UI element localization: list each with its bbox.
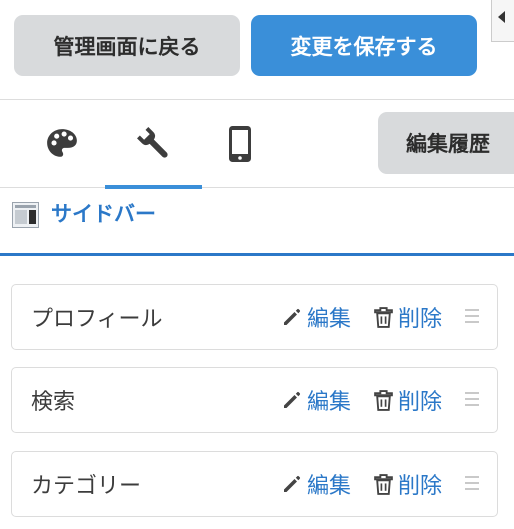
palette-icon bbox=[47, 129, 77, 157]
tab-device[interactable] bbox=[202, 100, 278, 188]
delete-widget-button[interactable]: 削除 bbox=[374, 368, 442, 432]
widget-label: カテゴリー bbox=[31, 474, 142, 499]
pencil-icon bbox=[284, 475, 301, 492]
caret-left-icon bbox=[498, 11, 505, 23]
tab-style[interactable] bbox=[22, 100, 102, 188]
edit-widget-button[interactable]: 編集 bbox=[282, 452, 351, 516]
sidebar-section-header: サイドバー bbox=[0, 188, 514, 256]
trash-icon bbox=[374, 306, 393, 328]
smartphone-icon bbox=[229, 126, 251, 162]
edit-label: 編集 bbox=[307, 307, 352, 332]
drag-handle-icon[interactable] bbox=[465, 476, 479, 492]
trash-icon bbox=[374, 473, 393, 495]
drag-handle-icon[interactable] bbox=[465, 392, 479, 408]
delete-widget-button[interactable]: 削除 bbox=[374, 452, 442, 516]
edit-widget-button[interactable]: 編集 bbox=[282, 368, 351, 432]
pencil-icon bbox=[284, 308, 301, 325]
pencil-icon bbox=[284, 391, 301, 408]
sidebar-layout-icon bbox=[12, 202, 39, 228]
delete-label: 削除 bbox=[398, 474, 443, 499]
edit-label: 編集 bbox=[307, 474, 352, 499]
widget-row: プロフィール 編集 削除 bbox=[11, 284, 498, 350]
collapse-panel-button[interactable] bbox=[491, 0, 514, 42]
section-title: サイドバー bbox=[51, 202, 156, 226]
edit-history-button[interactable]: 編集履歴 bbox=[378, 112, 514, 174]
delete-widget-button[interactable]: 削除 bbox=[374, 285, 442, 349]
widget-row: カテゴリー 編集 削除 bbox=[11, 451, 498, 517]
edit-label: 編集 bbox=[307, 390, 352, 415]
delete-label: 削除 bbox=[398, 390, 443, 415]
delete-label: 削除 bbox=[398, 307, 443, 332]
widget-row: 検索 編集 削除 bbox=[11, 367, 498, 433]
trash-icon bbox=[374, 389, 393, 411]
back-to-admin-button[interactable]: 管理画面に戻る bbox=[14, 15, 240, 76]
widget-label: 検索 bbox=[31, 390, 76, 415]
drag-handle-icon[interactable] bbox=[465, 309, 479, 325]
wrench-icon bbox=[136, 127, 168, 158]
edit-widget-button[interactable]: 編集 bbox=[282, 285, 351, 349]
save-changes-button[interactable]: 変更を保存する bbox=[251, 15, 477, 76]
tab-tools[interactable] bbox=[105, 100, 202, 189]
widget-label: プロフィール bbox=[31, 307, 163, 332]
editor-tab-bar: 編集履歴 bbox=[0, 100, 514, 189]
top-action-bar: 管理画面に戻る 変更を保存する bbox=[0, 0, 514, 100]
